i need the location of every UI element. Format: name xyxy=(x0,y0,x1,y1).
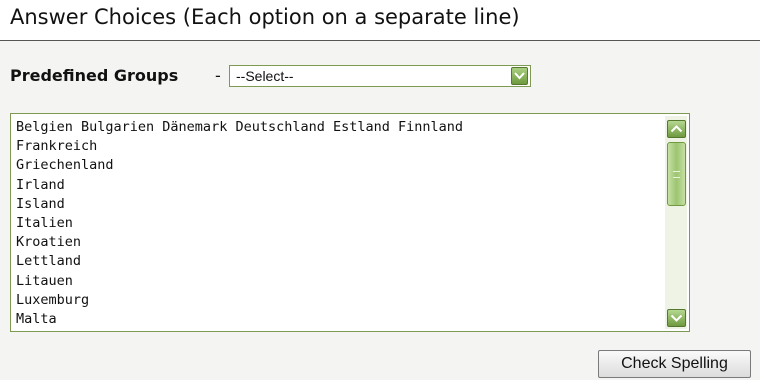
chevron-down-icon xyxy=(670,314,683,322)
grip-icon xyxy=(673,171,680,178)
answer-choice-line: Lettland xyxy=(16,253,82,270)
answer-choice-line: Island xyxy=(16,195,65,212)
dropdown-button[interactable] xyxy=(511,67,528,85)
select-value: --Select-- xyxy=(236,68,294,84)
answer-choice-line: Malta xyxy=(16,311,57,328)
answer-choices-panel: Answer Choices (Each option on a separat… xyxy=(0,0,760,380)
predefined-groups-select[interactable]: --Select-- xyxy=(229,65,531,87)
check-spelling-button[interactable]: Check Spelling xyxy=(598,350,751,378)
answer-choices-textarea[interactable]: Belgien Bulgarien Dänemark Deutschland E… xyxy=(10,113,690,332)
chevron-up-icon xyxy=(670,125,683,133)
vertical-scrollbar[interactable] xyxy=(665,116,687,329)
answer-choice-line: Frankreich xyxy=(16,138,98,155)
answer-choice-line: Italien xyxy=(16,215,73,232)
scrollbar-thumb[interactable] xyxy=(667,142,686,206)
predefined-groups-label: Predefined Groups xyxy=(10,66,179,85)
answer-choice-line: Luxemburg xyxy=(16,291,90,308)
answer-choice-line: Irland xyxy=(16,176,65,193)
section-header: Answer Choices (Each option on a separat… xyxy=(0,0,760,41)
answer-choices-lines: Belgien Bulgarien Dänemark Deutschland E… xyxy=(16,118,463,329)
answer-choice-line: Litauen xyxy=(16,272,73,289)
scroll-up-button[interactable] xyxy=(667,120,686,138)
answer-choice-line: Belgien Bulgarien Dänemark Deutschland E… xyxy=(16,119,464,135)
answer-choice-line: Kroatien xyxy=(16,234,82,251)
label-separator: - xyxy=(215,66,221,85)
answer-choice-line: Griechenland xyxy=(16,157,114,174)
chevron-down-icon xyxy=(514,72,525,80)
scroll-down-button[interactable] xyxy=(667,309,686,327)
section-title: Answer Choices (Each option on a separat… xyxy=(10,5,520,29)
